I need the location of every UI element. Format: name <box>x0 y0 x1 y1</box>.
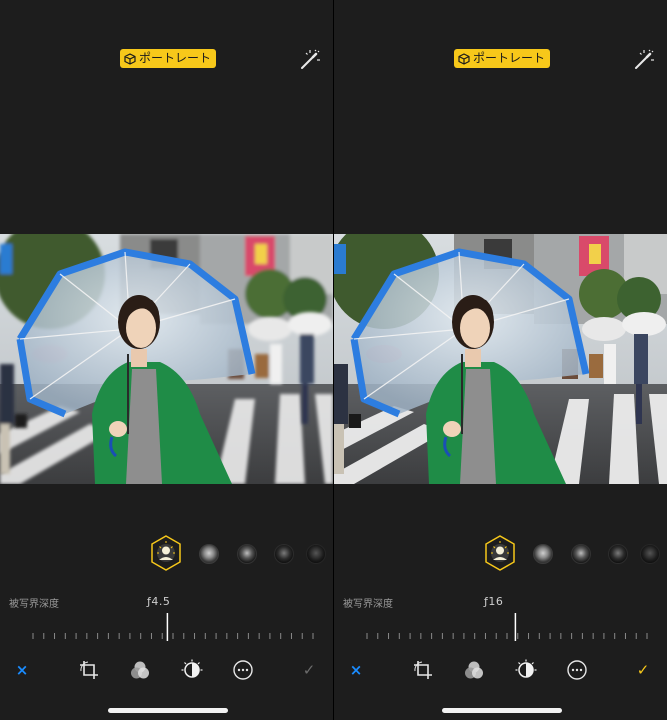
photo-editor-screen-left: ポートレート 被写界深度 ƒ4.5 × ✓ <box>0 0 333 720</box>
studio-light-icon[interactable] <box>533 544 553 564</box>
more-button[interactable] <box>565 658 589 682</box>
portrait-badge-label: ポートレート <box>473 51 546 65</box>
aperture-value: ƒ4.5 <box>147 595 171 608</box>
portrait-lighting-effects <box>0 535 333 571</box>
adjust-icon <box>181 659 203 678</box>
crop-button[interactable] <box>77 658 101 682</box>
more-icon <box>233 660 253 680</box>
editor-toolbar: × ✓ <box>334 656 667 684</box>
adjust-button[interactable] <box>514 658 538 682</box>
magic-wand-icon[interactable] <box>297 48 321 70</box>
studio-light-icon[interactable] <box>199 544 219 564</box>
portrait-mode-badge[interactable]: ポートレート <box>454 49 551 68</box>
cancel-icon: × <box>349 661 363 679</box>
portrait-cube-icon <box>458 52 470 65</box>
home-indicator[interactable] <box>108 708 228 713</box>
done-icon: ✓ <box>636 661 650 679</box>
portrait-photo <box>334 234 667 484</box>
contour-light-icon[interactable] <box>237 544 257 564</box>
natural-light-icon[interactable] <box>484 535 516 571</box>
adjust-button[interactable] <box>180 658 204 682</box>
stage-light-icon[interactable] <box>274 544 294 564</box>
depth-of-field-label: 被写界深度 <box>9 599 59 610</box>
cancel-button[interactable]: × <box>344 658 368 682</box>
portrait-lighting-effects <box>334 535 667 571</box>
done-button[interactable]: ✓ <box>297 658 321 682</box>
more-icon <box>567 660 587 680</box>
adjust-icon <box>515 659 537 678</box>
portrait-photo <box>0 234 333 484</box>
crop-rotate-icon <box>414 661 432 679</box>
depth-slider[interactable] <box>334 610 667 644</box>
filters-icon <box>131 661 149 679</box>
filters-button[interactable] <box>128 658 152 682</box>
more-button[interactable] <box>231 658 255 682</box>
crop-rotate-icon <box>80 661 98 679</box>
portrait-mode-badge[interactable]: ポートレート <box>120 49 217 68</box>
filters-button[interactable] <box>462 658 486 682</box>
portrait-badge-label: ポートレート <box>139 51 212 65</box>
home-indicator[interactable] <box>442 708 562 713</box>
cancel-button[interactable]: × <box>10 658 34 682</box>
filters-icon <box>465 661 483 679</box>
done-icon: ✓ <box>302 661 316 679</box>
magic-wand-icon[interactable] <box>631 48 655 70</box>
photo-editor-screen-right: ポートレート 被写界深度 ƒ16 × ✓ <box>334 0 667 720</box>
editor-toolbar: × ✓ <box>0 656 333 684</box>
depth-slider[interactable] <box>0 610 333 644</box>
stage-light-mono-icon[interactable] <box>640 544 660 564</box>
natural-light-icon[interactable] <box>150 535 182 571</box>
stage-light-icon[interactable] <box>608 544 628 564</box>
stage-light-mono-icon[interactable] <box>306 544 326 564</box>
crop-button[interactable] <box>411 658 435 682</box>
aperture-value: ƒ16 <box>484 595 504 608</box>
portrait-cube-icon <box>124 52 136 65</box>
done-button[interactable]: ✓ <box>631 658 655 682</box>
depth-of-field-label: 被写界深度 <box>343 599 393 610</box>
cancel-icon: × <box>15 661 29 679</box>
contour-light-icon[interactable] <box>571 544 591 564</box>
